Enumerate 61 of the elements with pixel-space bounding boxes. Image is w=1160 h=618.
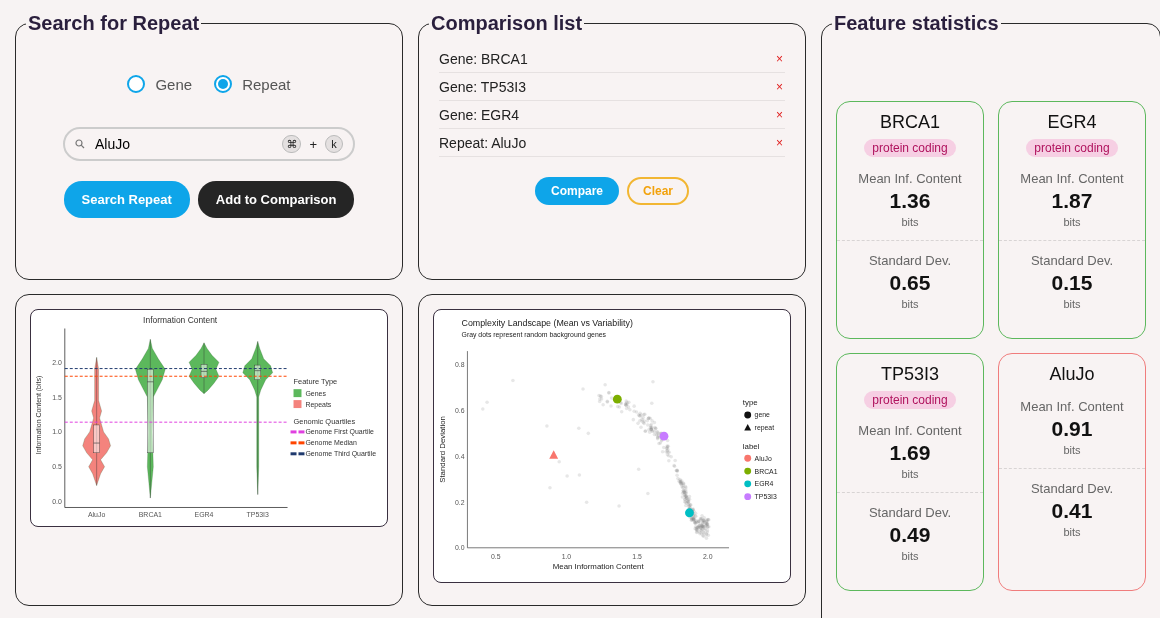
search-input[interactable]: AluJo [93,135,275,153]
compare-button[interactable]: Compare [534,177,619,205]
stat-value: 0.15 [1051,271,1093,295]
stat-unit: bits [901,298,919,310]
radio-button[interactable] [127,75,146,93]
stat-unit: bits [901,216,919,228]
stat-label: Mean Inf. Content [858,171,962,186]
search-field[interactable]: AluJo ⌘ + k [63,127,355,161]
stat-label: Mean Inf. Content [1020,399,1124,414]
list-item: Gene: EGR4 [439,106,520,123]
feature-name: BRCA1 [880,112,940,133]
axis-label: Standard Deviation [437,416,447,483]
stat-value: 0.49 [889,523,931,547]
panel-title: Search for Repeat [27,12,201,35]
search-button[interactable]: Search Repeat [63,181,190,218]
remove-button[interactable]: × [774,135,785,150]
panel-title: Comparison list [430,12,584,35]
add-to-comparison-button[interactable]: Add to Comparison [197,181,355,218]
stat-value: 1.87 [1051,189,1093,213]
chart-title: Information Content [143,314,218,325]
stat-label: Standard Dev. [868,505,952,520]
remove-button[interactable]: × [774,51,785,66]
axis-label: Mean Information Content [552,562,644,572]
remove-button[interactable]: × [774,107,785,122]
keyboard-key: ⌘ [282,135,302,153]
feature-type-badge: protein coding [864,391,956,409]
stat-label: Mean Inf. Content [858,423,962,438]
search-icon [75,139,85,149]
feature-type-badge: protein coding [1026,139,1118,157]
stat-unit: bits [1063,444,1081,456]
stat-label: Mean Inf. Content [1020,171,1124,186]
stat-unit: bits [1063,216,1081,228]
legend-title: type [742,398,758,408]
panel-title: Feature statistics [833,12,1000,35]
chart-title: Complexity Landscape (Mean vs Variability) [461,317,633,328]
remove-button[interactable]: × [774,79,785,94]
list-item: Gene: BRCA1 [439,50,528,67]
stat-value: 0.65 [889,271,931,295]
feature-name: EGR4 [1047,112,1097,133]
stat-unit: bits [1063,526,1081,538]
plus-sign: + [309,136,317,152]
stat-value: 0.41 [1051,499,1093,523]
stat-value: 1.36 [889,189,931,213]
stat-value: 1.69 [889,441,931,465]
stat-unit: bits [1063,298,1081,310]
stat-value: 0.91 [1051,417,1093,441]
radio-label[interactable]: Gene [155,75,193,93]
stat-unit: bits [901,468,919,480]
stat-label: Standard Dev. [1030,481,1114,496]
radio-button[interactable] [214,75,233,93]
radio-label[interactable]: Repeat [242,75,291,93]
feature-name: AluJo [1049,364,1095,385]
list-item: Gene: TP53I3 [439,78,526,95]
legend-title: label [742,442,760,452]
stat-unit: bits [901,550,919,562]
feature-type-badge: protein coding [864,139,956,157]
list-item: Repeat: AluJo [439,134,527,151]
feature-name: TP53I3 [880,364,939,385]
stat-label: Standard Dev. [1030,253,1114,268]
stat-label: Standard Dev. [868,253,952,268]
keyboard-key: k [325,135,343,153]
